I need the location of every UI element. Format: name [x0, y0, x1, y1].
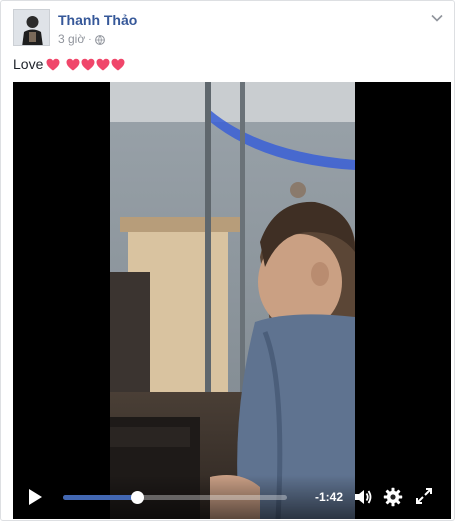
- volume-icon[interactable]: [353, 487, 373, 507]
- video-controls: -1:42: [13, 475, 451, 519]
- fullscreen-icon[interactable]: [415, 487, 433, 505]
- heart-icon: [111, 58, 125, 70]
- heart-icon: [46, 58, 60, 70]
- progress-bar[interactable]: [63, 491, 287, 504]
- video-player[interactable]: -1:42: [13, 82, 451, 519]
- heart-icon: [81, 58, 95, 70]
- gear-icon[interactable]: [383, 487, 403, 507]
- post-card: Thanh Thảo 3 giờ · Love -1:42: [0, 0, 455, 521]
- post-message: Love: [13, 56, 125, 72]
- post-timestamp[interactable]: 3 giờ: [58, 32, 85, 46]
- time-remaining: -1:42: [315, 490, 344, 504]
- post-text: Love: [13, 56, 44, 72]
- progress-handle[interactable]: [130, 491, 144, 504]
- chevron-down-icon[interactable]: [430, 11, 444, 25]
- progress-played: [63, 495, 137, 500]
- globe-icon[interactable]: [94, 34, 105, 45]
- heart-icon: [96, 58, 110, 70]
- separator-dot: ·: [88, 33, 92, 45]
- play-icon[interactable]: [27, 488, 43, 506]
- heart-emojis: [46, 58, 125, 71]
- post-meta: 3 giờ ·: [58, 32, 105, 46]
- author-name[interactable]: Thanh Thảo: [58, 12, 137, 28]
- heart-icon: [66, 58, 80, 70]
- avatar[interactable]: [13, 9, 50, 46]
- video-frame: [110, 82, 355, 519]
